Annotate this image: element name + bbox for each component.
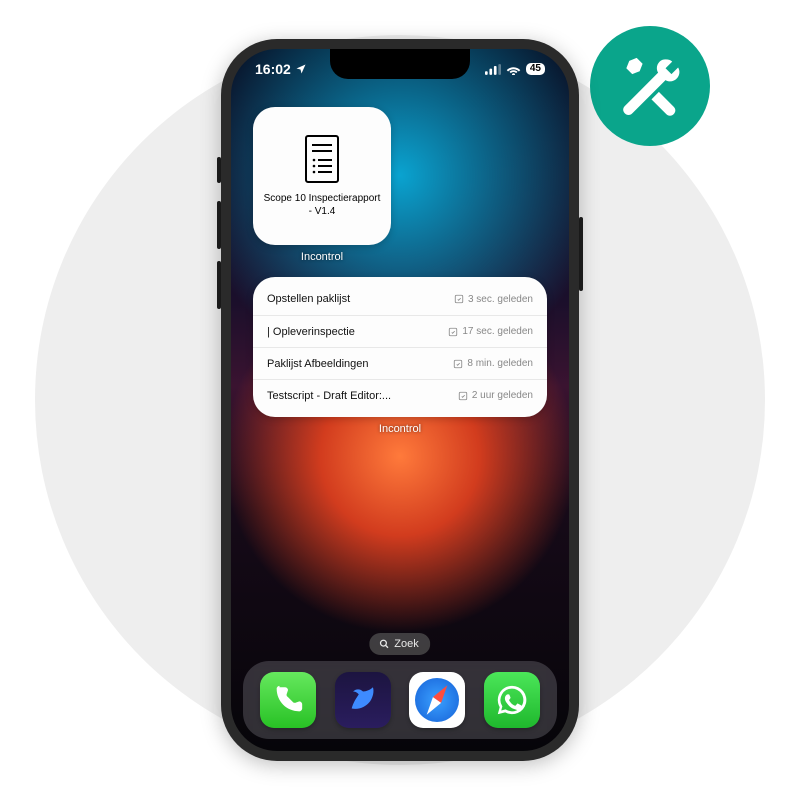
location-arrow-icon [295,63,307,75]
notch [330,49,470,79]
widget-small-caption: Incontrol [253,251,391,263]
dock [243,661,557,739]
edit-icon [453,359,463,369]
list-item-time: 17 sec. geleden [448,326,533,337]
widget-list-caption: Incontrol [253,423,547,435]
tools-badge-icon [590,26,710,146]
status-time: 16:02 [255,61,291,77]
list-item-title: Opstellen paklijst [267,293,454,305]
list-item[interactable]: Opstellen paklijst 3 sec. geleden [253,283,547,315]
phone-icon [271,683,305,717]
wifi-icon [506,64,521,75]
search-icon [379,639,389,649]
compass-icon [415,678,459,722]
list-item[interactable]: Paklijst Afbeeldingen 8 min. geleden [253,347,547,379]
list-item-time: 8 min. geleden [453,358,533,369]
widget-small-incontrol[interactable]: Scope 10 Inspectierapport - V1.4 [253,107,391,245]
widget-small-title: Scope 10 Inspectierapport - V1.4 [253,192,391,218]
list-item-title: Testscript - Draft Editor:... [267,390,458,402]
list-item[interactable]: Testscript - Draft Editor:... 2 uur gele… [253,379,547,411]
edit-icon [448,327,458,337]
list-item[interactable]: | Opleverinspectie 17 sec. geleden [253,315,547,347]
list-item-time: 3 sec. geleden [454,294,533,305]
dock-app-phone[interactable] [260,672,316,728]
widget-list-incontrol[interactable]: Opstellen paklijst 3 sec. geleden | Ople… [253,277,547,417]
edit-icon [458,391,468,401]
battery-level: 45 [526,63,545,75]
whatsapp-icon [495,683,529,717]
dock-app-whatsapp[interactable] [484,672,540,728]
document-icon [301,134,343,184]
edit-icon [454,294,464,304]
list-item-title: Paklijst Afbeeldingen [267,358,453,370]
cellular-icon [485,64,501,75]
dock-app-generic[interactable] [335,672,391,728]
phone-screen: 16:02 45 [231,49,569,751]
list-item-time: 2 uur geleden [458,390,533,401]
phone-mockup: 16:02 45 [221,39,579,761]
dock-app-safari[interactable] [409,672,465,728]
search-label: Zoek [394,638,418,650]
spotlight-search[interactable]: Zoek [369,633,430,655]
list-item-title: | Opleverinspectie [267,326,448,338]
bird-icon [346,683,380,717]
